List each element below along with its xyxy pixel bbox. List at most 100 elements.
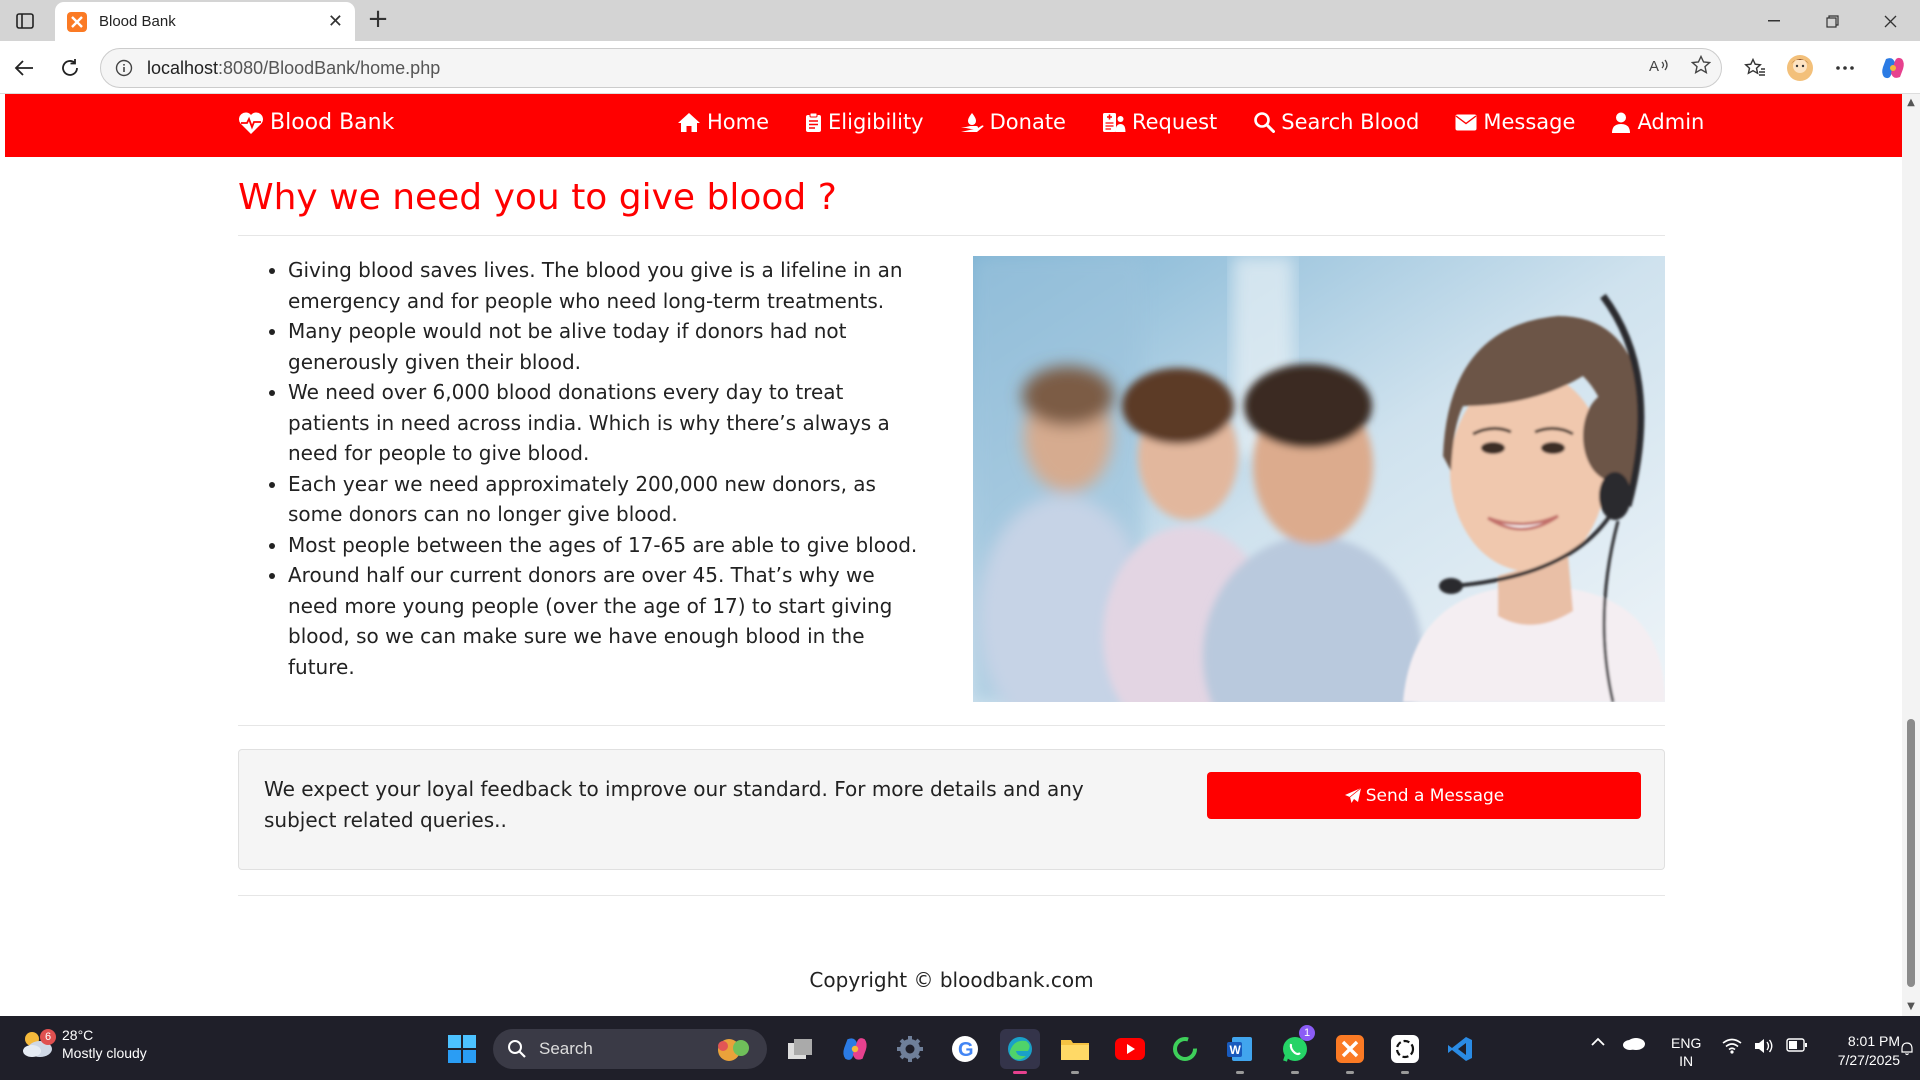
address-bar[interactable]: localhost:8080/BloodBank/home.php A [100,48,1722,88]
nav-home[interactable]: Home [677,110,769,134]
scroll-thumb[interactable] [1907,719,1915,987]
new-tab-button[interactable]: + [364,6,392,34]
onedrive-cloud-icon[interactable] [1622,1034,1646,1050]
nav-message-label: Message [1483,110,1576,134]
site-navbar: Blood Bank Home Eligibility Donate Reque… [5,94,1902,157]
favorites-icon[interactable] [1740,53,1770,83]
page-viewport: Blood Bank Home Eligibility Donate Reque… [5,94,1902,1016]
edge-browser-icon[interactable] [1000,1029,1040,1074]
language-indicator[interactable]: ENG IN [1671,1034,1701,1070]
search-icon [508,1040,526,1058]
close-tab-icon[interactable]: ✕ [328,11,343,32]
call-center-photo [973,256,1665,702]
svg-text:G: G [958,1039,974,1061]
scroll-down-icon[interactable]: ▼ [1906,1002,1916,1012]
send-message-button[interactable]: Send a Message [1207,772,1641,819]
copilot-app-icon[interactable] [835,1029,875,1069]
system-tray [1590,1034,1646,1050]
title-divider [238,235,1665,236]
paper-plane-icon [1344,787,1361,803]
notification-bell-icon[interactable] [1900,1042,1914,1056]
donate-hand-icon [960,112,984,132]
page-scrollbar[interactable]: ▲ ▼ [1902,94,1920,1016]
nav-home-label: Home [707,110,770,134]
weather-condition: Mostly cloudy [62,1045,147,1061]
more-options-icon[interactable] [1830,53,1860,83]
youtube-icon[interactable] [1110,1029,1150,1069]
footer-divider [238,895,1665,896]
taskbar-apps: G W 1 [780,1025,1495,1074]
weather-badge: 6 [40,1029,56,1045]
clipboard-icon [806,112,822,132]
clock-date: 7/27/2025 [1837,1052,1900,1068]
send-message-label: Send a Message [1365,785,1505,806]
battery-icon[interactable] [1786,1038,1808,1052]
site-info-icon[interactable] [115,59,133,77]
refresh-app-icon[interactable] [1165,1029,1205,1069]
xampp-favicon-icon [67,11,87,32]
back-arrow-icon[interactable] [9,53,39,83]
copyright-text: Copyright © bloodbank.com [809,968,1094,992]
minimize-icon[interactable] [1752,8,1796,34]
chatgpt-icon[interactable] [1385,1029,1425,1074]
chevron-up-icon[interactable] [1590,1037,1606,1047]
user-icon [1612,112,1631,133]
list-item: Each year we need approximately 200,000 … [288,469,928,530]
search-highlight-icon [718,1039,749,1061]
nav-donate[interactable]: Donate [960,110,1066,134]
wifi-icon[interactable] [1722,1038,1742,1054]
weather-widget[interactable]: 28°C Mostly cloudy [20,1026,147,1062]
restore-icon[interactable] [1810,8,1854,34]
url-text[interactable]: localhost:8080/BloodBank/home.php [147,58,440,79]
word-icon[interactable]: W [1220,1029,1260,1074]
file-explorer-icon[interactable] [1055,1029,1095,1074]
list-item: Around half our current donors are over … [288,560,928,682]
list-item: Most people between the ages of 17-65 ar… [288,530,928,561]
system-clock[interactable]: 8:01 PM 7/27/2025 [1820,1032,1900,1070]
nav-admin-label: Admin [1637,110,1705,134]
volume-icon[interactable] [1754,1038,1774,1054]
nav-eligibility[interactable]: Eligibility [805,110,924,134]
reload-icon[interactable] [55,53,85,83]
section-divider [238,725,1665,726]
clock-time: 8:01 PM [1847,1033,1900,1049]
google-icon[interactable]: G [945,1029,985,1069]
close-window-icon[interactable] [1868,8,1912,34]
browser-toolbar: localhost:8080/BloodBank/home.php A [0,41,1920,94]
home-icon [678,112,700,132]
brand-name: Blood Bank [270,110,395,135]
feedback-text: We expect your loyal feedback to improve… [264,777,1084,832]
read-aloud-icon[interactable]: A [1649,56,1671,74]
task-view-icon[interactable] [780,1029,820,1069]
taskbar-search[interactable]: Search [493,1029,767,1069]
nav-links: Home Eligibility Donate Request Search B… [677,110,1740,134]
heartbeat-icon [238,111,264,134]
nav-request[interactable]: Request [1102,110,1217,134]
copilot-icon[interactable] [1878,53,1908,83]
nav-request-label: Request [1131,110,1218,134]
favorite-star-icon[interactable] [1691,55,1711,75]
browser-tab-strip: Blood Bank ✕ + [0,0,1920,41]
browser-tab[interactable]: Blood Bank ✕ [55,2,355,41]
nav-search-blood[interactable]: Search Blood [1253,110,1419,134]
whatsapp-icon[interactable]: 1 [1275,1025,1315,1074]
facts-list: Giving blood saves lives. The blood you … [268,255,928,682]
brand-link[interactable]: Blood Bank [238,110,394,135]
nav-message[interactable]: Message [1455,110,1575,134]
envelope-icon [1455,114,1477,130]
page-title: Why we need you to give blood ? [238,177,837,218]
feedback-well: We expect your loyal feedback to improve… [238,749,1665,870]
scroll-up-icon[interactable]: ▲ [1906,98,1916,108]
settings-gear-icon[interactable] [890,1029,930,1069]
nav-admin[interactable]: Admin [1611,110,1704,134]
xampp-icon[interactable] [1330,1029,1370,1074]
tab-title: Blood Bank [99,13,176,30]
windows-start-icon[interactable] [447,1034,477,1069]
profile-avatar[interactable] [1785,53,1815,83]
request-form-icon [1102,112,1126,132]
tray-icons[interactable] [1722,1038,1808,1054]
whatsapp-badge: 1 [1299,1025,1315,1041]
sidebar-toggle-icon[interactable] [12,8,38,34]
vscode-icon[interactable] [1440,1029,1480,1069]
list-item: We need over 6,000 blood donations every… [288,377,928,469]
